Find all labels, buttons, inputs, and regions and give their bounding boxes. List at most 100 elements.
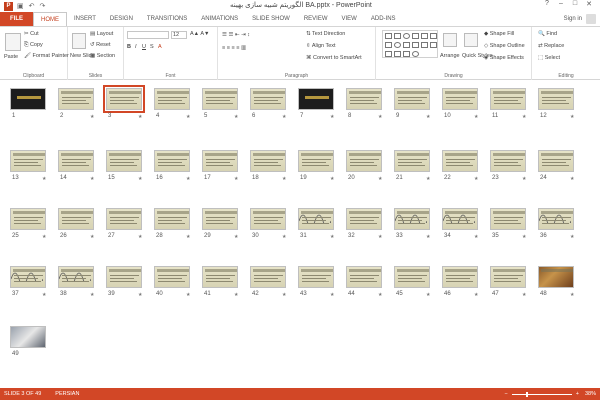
slide-thumbnail[interactable] [490, 208, 526, 230]
slide-thumbnail[interactable] [442, 266, 478, 288]
slide-thumbnail[interactable] [106, 208, 142, 230]
bullets-icon[interactable]: ☰ ☰ ⇤ ⇥ ↕ [222, 32, 250, 38]
font-color-button[interactable]: A [158, 44, 162, 50]
slide-thumbnail[interactable] [154, 150, 190, 172]
tab-add-ins[interactable]: ADD-INS [364, 12, 403, 26]
slide-thumbnail[interactable] [154, 208, 190, 230]
tab-home[interactable]: HOME [33, 12, 67, 26]
slide-thumbnail[interactable] [346, 150, 382, 172]
format-painter-button[interactable]: 🖌 Format Painter [24, 53, 69, 59]
slide-thumbnail[interactable] [202, 150, 238, 172]
slide-thumbnail[interactable] [58, 266, 94, 288]
reset-button[interactable]: ↺ Reset [90, 42, 111, 48]
text-direction-button[interactable]: ⇅ Text Direction [306, 31, 345, 37]
slide-thumbnail[interactable] [538, 88, 574, 110]
select-button[interactable]: ⬚ Select [538, 55, 560, 61]
slide-thumbnail[interactable] [10, 88, 46, 110]
slide-thumbnail[interactable] [346, 266, 382, 288]
slide-thumbnail[interactable] [58, 88, 94, 110]
slide-thumbnail[interactable] [298, 266, 334, 288]
slide-thumbnail[interactable] [394, 88, 430, 110]
slide-thumbnail[interactable] [250, 88, 286, 110]
alignment-icon[interactable]: ≡ ≡ ≡ ≡ ▥ [222, 45, 246, 51]
tab-design[interactable]: DESIGN [103, 12, 140, 26]
slide-thumbnail[interactable] [490, 150, 526, 172]
underline-button[interactable]: U [142, 44, 146, 50]
slide-thumbnail[interactable] [250, 150, 286, 172]
slide-thumbnail[interactable] [394, 150, 430, 172]
undo-icon[interactable]: ↶ [29, 2, 35, 10]
slide-thumbnail[interactable] [298, 150, 334, 172]
slide-thumbnail[interactable] [106, 266, 142, 288]
find-button[interactable]: 🔍 Find [538, 31, 557, 37]
slide-thumbnail[interactable] [538, 208, 574, 230]
slide-thumbnail[interactable] [58, 150, 94, 172]
slide-thumbnail[interactable] [202, 208, 238, 230]
new-slide-icon[interactable] [72, 33, 86, 49]
strike-button[interactable]: S [150, 44, 154, 50]
layout-button[interactable]: ▤ Layout [90, 31, 113, 37]
tab-insert[interactable]: INSERT [67, 12, 103, 26]
copy-button[interactable]: ⎘ Copy [24, 42, 43, 49]
slide-thumbnail[interactable] [442, 88, 478, 110]
slide-thumbnail[interactable] [250, 266, 286, 288]
shape-effects-button[interactable]: ◈ Shape Effects [484, 55, 524, 61]
language-indicator[interactable]: PERSIAN [41, 391, 79, 397]
slide-thumbnail[interactable] [394, 208, 430, 230]
font-size-field[interactable]: 12 [171, 31, 187, 39]
shape-fill-button[interactable]: ◆ Shape Fill [484, 31, 514, 37]
slide-thumbnail[interactable] [10, 326, 46, 348]
slide-thumbnail[interactable] [250, 208, 286, 230]
slide-thumbnail[interactable] [298, 208, 334, 230]
tab-review[interactable]: REVIEW [297, 12, 335, 26]
font-grow-icon[interactable]: A▲ A▼ [190, 31, 209, 37]
slide-thumbnail[interactable] [298, 88, 334, 110]
slide-thumbnail[interactable] [442, 208, 478, 230]
slide-thumbnail[interactable] [10, 266, 46, 288]
slide-thumbnail[interactable] [202, 266, 238, 288]
arrange-icon[interactable] [443, 33, 457, 47]
slide-thumbnail[interactable] [106, 150, 142, 172]
align-text-button[interactable]: ⇳ Align Text [306, 43, 336, 49]
tab-view[interactable]: VIEW [335, 12, 364, 26]
slide-thumbnail[interactable] [538, 266, 574, 288]
sign-in-link[interactable]: Sign in [564, 12, 582, 26]
slide-thumbnail[interactable] [490, 88, 526, 110]
slide-thumbnail[interactable] [346, 88, 382, 110]
tab-file[interactable]: FILE [0, 12, 33, 26]
slide-thumbnail[interactable] [154, 88, 190, 110]
section-button[interactable]: ▦ Section [90, 53, 115, 59]
redo-icon[interactable]: ↷ [40, 2, 46, 10]
tab-transitions[interactable]: TRANSITIONS [140, 12, 194, 26]
slide-thumbnail[interactable] [58, 208, 94, 230]
slide-thumbnail[interactable] [346, 208, 382, 230]
powerpoint-icon[interactable]: P [4, 1, 13, 11]
zoom-level[interactable]: 38% [579, 391, 596, 397]
save-icon[interactable]: ▣ [17, 2, 24, 10]
minimize-button[interactable]: – [554, 0, 568, 8]
arrange-button[interactable]: Arrange [440, 53, 460, 59]
paste-icon[interactable] [5, 33, 21, 51]
shapes-gallery[interactable] [382, 30, 438, 58]
font-name-field[interactable] [127, 31, 169, 39]
replace-button[interactable]: ⇄ Replace [538, 43, 564, 49]
avatar[interactable] [586, 14, 596, 24]
italic-button[interactable]: I [135, 44, 137, 50]
shape-outline-button[interactable]: ◇ Shape Outline [484, 43, 525, 49]
tab-slide-show[interactable]: SLIDE SHOW [245, 12, 297, 26]
zoom-out-icon[interactable]: − [505, 391, 508, 397]
quick-styles-icon[interactable] [464, 33, 478, 47]
close-button[interactable]: ✕ [582, 0, 596, 8]
zoom-slider[interactable] [511, 391, 572, 397]
slide-thumbnail[interactable] [154, 266, 190, 288]
tab-animations[interactable]: ANIMATIONS [194, 12, 245, 26]
slide-thumbnail[interactable] [490, 266, 526, 288]
slide-thumbnail[interactable] [442, 150, 478, 172]
slide-thumbnail[interactable] [103, 85, 145, 113]
slide-thumbnail[interactable] [538, 150, 574, 172]
maximize-button[interactable]: □ [568, 0, 582, 8]
bold-button[interactable]: B [127, 44, 131, 50]
paste-button[interactable]: Paste [4, 54, 18, 60]
help-button[interactable]: ? [540, 0, 554, 8]
cut-button[interactable]: ✂ Cut [24, 31, 39, 37]
